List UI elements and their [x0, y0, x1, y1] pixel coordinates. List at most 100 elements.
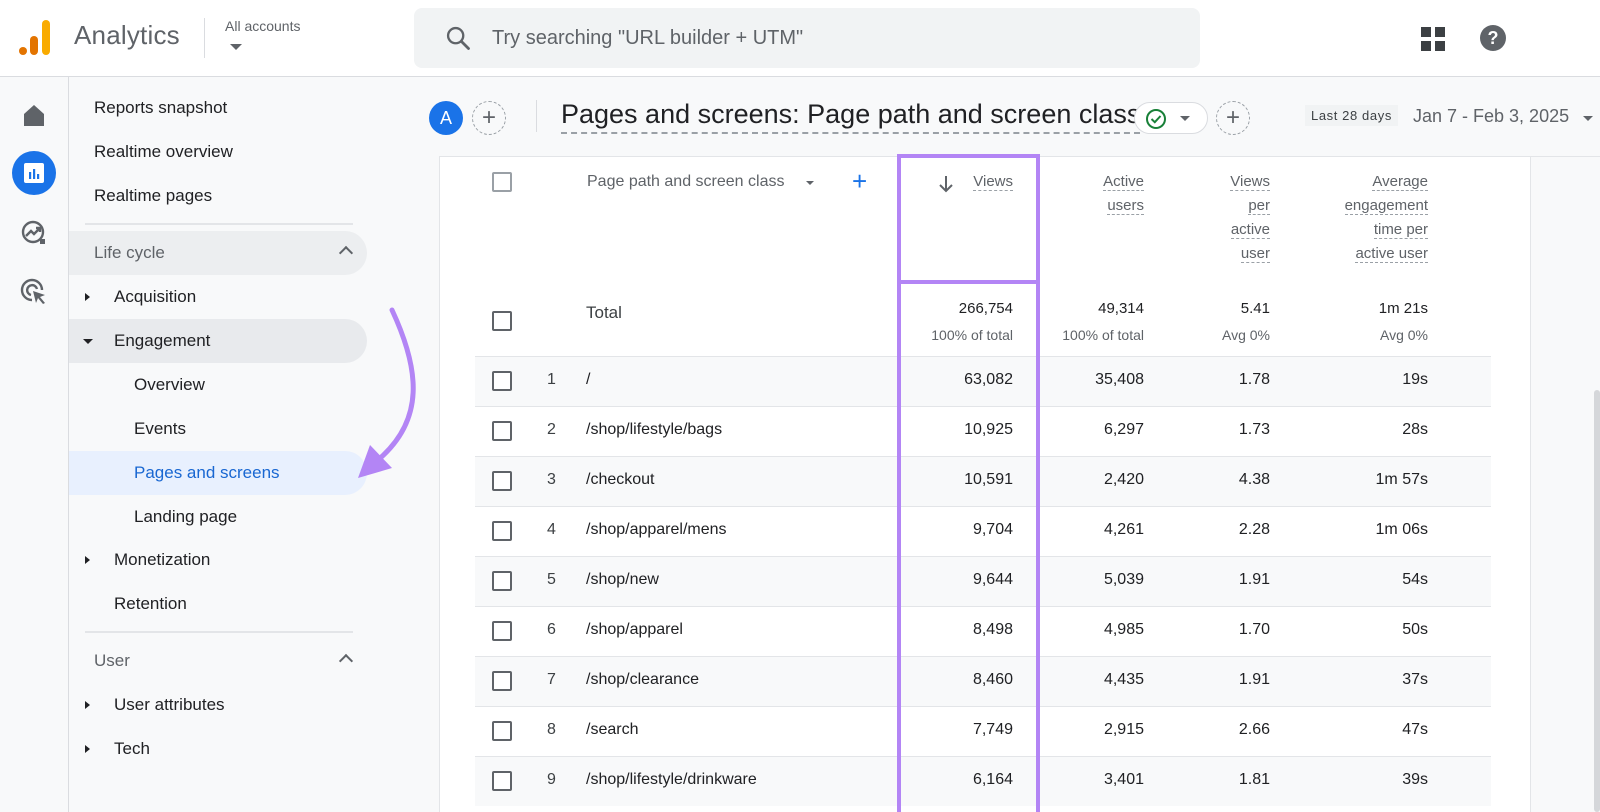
caret-down-icon — [1180, 116, 1190, 121]
table-row[interactable]: 9/shop/lifestyle/drinkware 6,164 3,401 1.81… — [475, 756, 1491, 806]
chevron-up-icon[interactable] — [338, 245, 354, 261]
add-dimension-button[interactable]: + — [852, 166, 867, 197]
account-selector-label[interactable]: All accounts — [225, 18, 300, 34]
page-path-cell[interactable]: /shop/lifestyle/bags — [586, 421, 886, 439]
avg-engagement-cell: 50s — [1402, 621, 1428, 638]
nav-item-acquisition[interactable]: Acquisition — [69, 275, 375, 319]
scrollbar[interactable] — [1594, 390, 1600, 812]
rail-reports[interactable] — [12, 151, 56, 195]
row-checkbox[interactable] — [492, 471, 512, 491]
sort-descending-icon[interactable] — [938, 174, 954, 194]
row-checkbox[interactable] — [492, 521, 512, 541]
nav-item-landing-page[interactable]: Landing page — [69, 495, 375, 539]
nav-item-monetization[interactable]: Monetization — [69, 538, 375, 582]
chevron-up-icon[interactable] — [338, 653, 354, 669]
page-path-cell[interactable]: /shop/new — [586, 571, 886, 589]
column-header-views-per-active-user[interactable]: Views per active user — [1170, 170, 1270, 266]
add-filter-button[interactable]: + — [1216, 101, 1250, 135]
row-checkbox[interactable] — [492, 671, 512, 691]
views-per-user-cell: 1.91 — [1238, 671, 1270, 688]
total-label: Total — [586, 303, 622, 322]
search-input[interactable] — [492, 8, 1172, 68]
active-users-cell: 35,408 — [1095, 371, 1144, 388]
avg-engagement-cell: 54s — [1402, 571, 1428, 588]
row-index: 3 — [547, 471, 556, 488]
column-header-views[interactable]: Views — [960, 170, 1013, 194]
row-checkbox[interactable] — [492, 721, 512, 741]
expand-arrow-icon[interactable] — [85, 701, 90, 709]
views-per-user-cell: 2.66 — [1238, 721, 1270, 738]
left-rail — [0, 77, 69, 812]
table-row[interactable]: 8/search 7,749 2,915 2.66 47s — [475, 706, 1491, 756]
nav-group-life-cycle[interactable]: Life cycle — [69, 231, 367, 275]
page-path-cell[interactable]: /shop/apparel/mens — [586, 521, 886, 539]
rail-home[interactable] — [12, 93, 56, 137]
page-path-cell[interactable]: /shop/apparel — [586, 621, 886, 639]
caret-down-icon[interactable] — [1583, 116, 1593, 121]
nav-item-overview[interactable]: Overview — [69, 363, 375, 407]
page-path-cell[interactable]: / — [586, 371, 886, 389]
table-row[interactable]: 2/shop/lifestyle/bags 10,925 6,297 1.73 28s — [475, 406, 1491, 456]
nav-item-label: Realtime pages — [94, 186, 213, 205]
views-cell: 8,498 — [972, 621, 1013, 638]
page-path-cell[interactable]: /shop/lifestyle/drinkware — [586, 771, 886, 789]
plus-icon: + — [1225, 104, 1240, 131]
views-cell: 10,591 — [964, 471, 1013, 488]
table-row[interactable]: 4/shop/apparel/mens 9,704 4,261 2.28 1m 06s — [475, 506, 1491, 556]
add-comparison-button[interactable]: + — [472, 101, 506, 135]
nav-item-label: Pages and screens — [134, 463, 280, 482]
help-icon[interactable]: ? — [1479, 24, 1507, 52]
nav-item-pages-and-screens[interactable]: Pages and screens — [69, 451, 367, 495]
row-checkbox[interactable] — [492, 771, 512, 791]
expand-arrow-icon[interactable] — [85, 556, 90, 564]
row-checkbox[interactable] — [492, 311, 512, 331]
caret-down-icon[interactable] — [230, 44, 242, 50]
nav-item-retention[interactable]: Retention — [69, 582, 375, 626]
nav-item-label: Landing page — [134, 507, 238, 526]
nav-item-events[interactable]: Events — [69, 407, 375, 451]
row-checkbox[interactable] — [492, 571, 512, 591]
table-row[interactable]: 5/shop/new 9,644 5,039 1.91 54s — [475, 556, 1491, 606]
svg-text:?: ? — [1488, 28, 1499, 48]
rail-explore[interactable] — [12, 211, 56, 255]
column-header-active-users[interactable]: Active users — [1040, 170, 1144, 218]
views-per-user-cell: 1.91 — [1238, 571, 1270, 588]
rail-advertising[interactable] — [12, 270, 56, 314]
date-range-picker[interactable]: Jan 7 - Feb 3, 2025 — [1413, 106, 1569, 127]
row-checkbox[interactable] — [492, 421, 512, 441]
table-row[interactable]: 6/shop/apparel 8,498 4,985 1.70 50s — [475, 606, 1491, 656]
nav-group-user[interactable]: User — [69, 639, 367, 683]
divider — [536, 100, 537, 132]
row-checkbox[interactable] — [492, 371, 512, 391]
report-status-dropdown[interactable] — [1134, 102, 1208, 134]
page-path-cell[interactable]: /search — [586, 721, 886, 739]
row-index: 7 — [547, 671, 556, 688]
search-bar[interactable] — [414, 8, 1200, 68]
expand-arrow-icon[interactable] — [85, 745, 90, 753]
caret-down-icon[interactable] — [806, 181, 814, 185]
nav-item-user-attributes[interactable]: User attributes — [69, 683, 375, 727]
page-path-cell[interactable]: /checkout — [586, 471, 886, 489]
nav-item-engagement[interactable]: Engagement — [69, 319, 367, 363]
nav-item-tech[interactable]: Tech — [69, 727, 375, 771]
nav-item-reports-snapshot[interactable]: Reports snapshot — [69, 86, 375, 130]
column-header-avg-engagement-time[interactable]: Average engagement time per active user — [1290, 170, 1428, 266]
dimension-column-header[interactable]: Page path and screen class — [587, 173, 784, 191]
views-cell: 9,704 — [972, 521, 1013, 538]
collapse-arrow-icon[interactable] — [83, 339, 93, 344]
analytics-logo[interactable] — [18, 18, 52, 56]
page-title[interactable]: Pages and screens: Page path and screen … — [561, 99, 1141, 134]
comparison-avatar[interactable]: A — [429, 101, 463, 135]
table-row[interactable]: 1 / 63,082 35,408 1.78 19s — [475, 356, 1491, 406]
table-row[interactable]: 7/shop/clearance 8,460 4,435 1.91 37s — [475, 656, 1491, 706]
nav-item-label: Realtime overview — [94, 142, 233, 161]
select-all-checkbox[interactable] — [492, 172, 512, 192]
nav-item-realtime-pages[interactable]: Realtime pages — [69, 174, 375, 218]
apps-grid-icon[interactable] — [1420, 26, 1446, 52]
page-path-cell[interactable]: /shop/clearance — [586, 671, 886, 689]
table-row[interactable]: 3/checkout 10,591 2,420 4.38 1m 57s — [475, 456, 1491, 506]
expand-arrow-icon[interactable] — [85, 293, 90, 301]
avg-engagement-cell: 47s — [1402, 721, 1428, 738]
nav-item-realtime-overview[interactable]: Realtime overview — [69, 130, 375, 174]
row-checkbox[interactable] — [492, 621, 512, 641]
